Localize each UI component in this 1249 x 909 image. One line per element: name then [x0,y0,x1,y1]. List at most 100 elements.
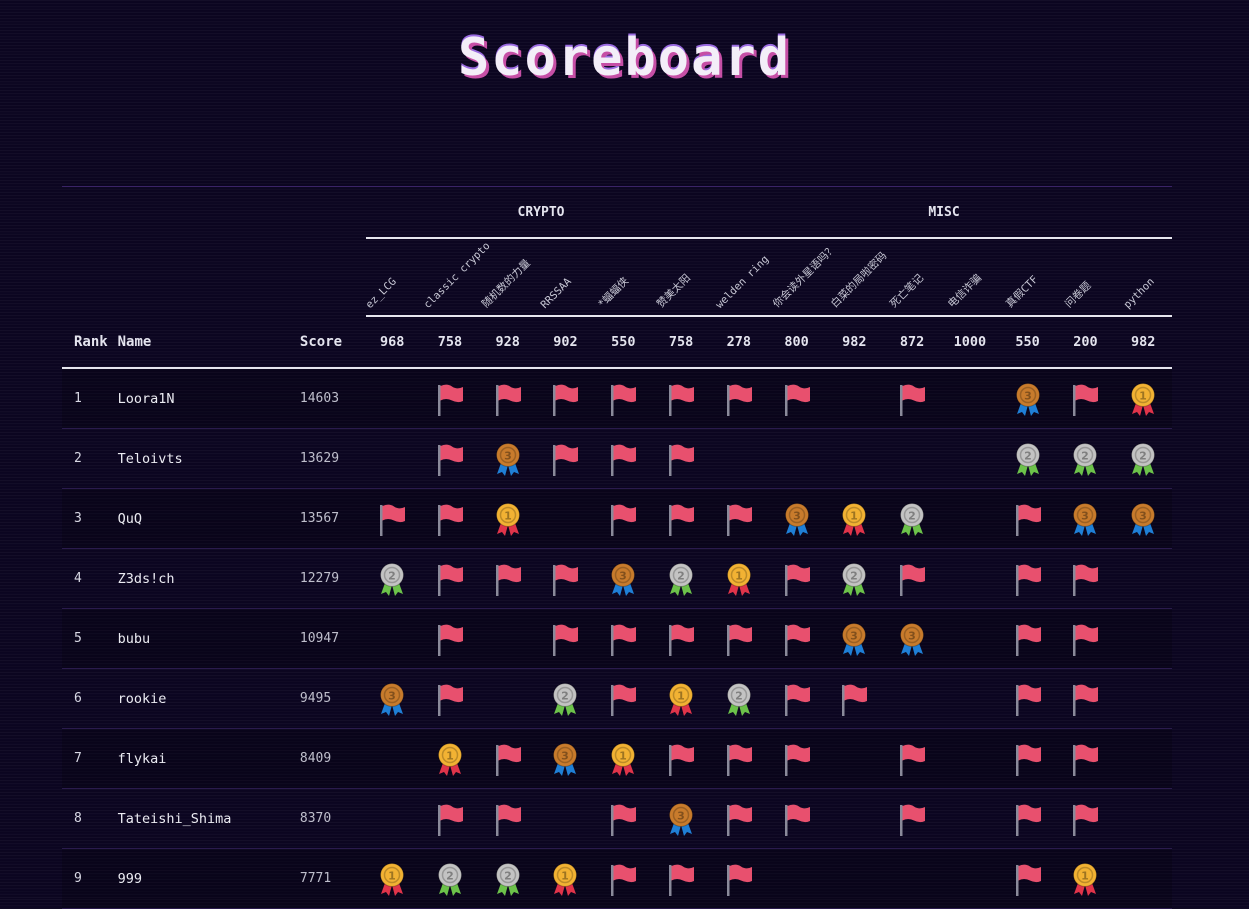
solve-cell: 3 [1057,501,1115,537]
team-name-link[interactable]: QuQ [118,511,300,527]
challenge-name[interactable]: 死亡笔记 [887,272,949,311]
team-name-link[interactable]: 999 [118,871,300,887]
flag-icon [1013,501,1043,537]
gold-medal-icon: 1 [1070,861,1100,897]
gold-medal-icon: 1 [666,681,696,717]
score-cell: 13629 [299,451,340,466]
team-name-link[interactable]: flykai [118,751,300,767]
challenge-name[interactable]: 电信诈骗 [946,272,1007,311]
solve-cell [363,501,421,537]
svg-text:2: 2 [908,509,916,522]
rank-cell: 6 [74,691,82,706]
challenge-points: 800 [784,334,809,350]
solve-cell [768,621,826,657]
flag-icon [608,861,638,897]
silver-medal-icon: 2 [1128,441,1158,477]
solve-cell: 1 [363,861,421,897]
rank-cell: 1 [74,391,82,406]
svg-text:2: 2 [735,689,743,702]
flag-icon [550,441,580,477]
silver-medal-icon: 2 [1070,441,1100,477]
solve-cell: 2 [479,861,537,897]
flag-icon [1013,741,1043,777]
flag-icon [377,501,407,537]
svg-text:2: 2 [388,569,396,582]
score-cell: 10947 [299,631,340,646]
flag-icon [608,621,638,657]
team-name-link[interactable]: bubu [118,631,300,647]
solve-cell: 3 [768,501,826,537]
solve-cell [883,561,941,597]
challenge-name[interactable]: 问卷题 [1062,280,1124,311]
score-cell: 7771 [299,871,332,886]
solve-cell [421,501,479,537]
flag-icon [724,381,754,417]
table-row: 8 Tateishi_Shima 8370 3 [62,789,1172,849]
svg-text:1: 1 [735,569,743,582]
solve-cell [594,381,652,417]
challenge-name[interactable]: 赞美太阳 [654,272,716,311]
svg-text:3: 3 [793,509,801,522]
challenge-name[interactable]: python [1121,276,1182,311]
flag-icon [897,801,927,837]
svg-text:3: 3 [388,689,396,702]
flag-icon [724,801,754,837]
svg-text:3: 3 [677,809,685,822]
challenge-name[interactable]: ez_LCG [364,276,424,311]
flag-icon [666,501,696,537]
solve-cell [479,381,537,417]
bronze-medal-icon: 3 [839,621,869,657]
bronze-medal-icon: 3 [608,561,638,597]
solve-cell [421,681,479,717]
team-name-link[interactable]: rookie [118,691,300,707]
team-name-link[interactable]: Z3ds!ch [118,571,300,587]
bronze-medal-icon: 3 [377,681,407,717]
team-name-link[interactable]: Loora1N [118,391,300,407]
solve-cell: 1 [825,501,883,537]
solve-cell [537,561,595,597]
table-row: 5 bubu 10947 3 3 [62,609,1172,669]
solve-cell [999,861,1057,897]
solve-cell: 1 [652,681,710,717]
bronze-medal-icon: 3 [782,501,812,537]
flag-icon [608,681,638,717]
bronze-medal-icon: 3 [897,621,927,657]
challenge-name[interactable]: 真假CTF [1004,274,1065,311]
challenge-name[interactable]: classic crypto [422,240,493,311]
gold-medal-icon: 1 [550,861,580,897]
solve-cell [594,681,652,717]
solve-cell [999,801,1057,837]
challenge-name[interactable]: 随机数的力量 [479,257,541,311]
solve-cell [537,621,595,657]
challenge-name[interactable]: *蝠蝠侠 [596,275,657,311]
svg-text:2: 2 [1082,449,1090,462]
solve-cell [710,741,768,777]
scoreboard-table: CRYPTO MISC ez_LCG classic crypto 随机数的力量 RR… [62,186,1172,909]
flag-icon [666,861,696,897]
challenge-name[interactable]: RRSSAA [538,276,599,311]
rank-cell: 8 [74,811,82,826]
solve-cell: 2 [710,681,768,717]
solve-cell [999,561,1057,597]
score-cell: 8370 [299,811,332,826]
team-name-link[interactable]: Tateishi_Shima [118,811,300,827]
flag-icon [724,501,754,537]
challenge-name[interactable]: welden ring [713,253,774,311]
team-name-link[interactable]: Teloivts [118,451,300,467]
challenge-name[interactable]: 你会读外星语吗？ [771,242,839,311]
challenge-name-label: 随机数的力量 [479,257,533,311]
flag-icon [435,501,465,537]
challenge-name[interactable]: 白菜的局啦密码 [829,250,890,311]
flag-icon [493,381,523,417]
flag-icon [608,801,638,837]
solve-cell [999,501,1057,537]
flag-icon [1013,621,1043,657]
category-misc: MISC [716,187,1172,239]
solve-cell [768,681,826,717]
solve-cell [1057,561,1115,597]
solve-cell [999,741,1057,777]
challenge-points: 928 [495,334,520,350]
flag-icon [666,381,696,417]
solve-cell: 2 [825,561,883,597]
flag-icon [782,801,812,837]
